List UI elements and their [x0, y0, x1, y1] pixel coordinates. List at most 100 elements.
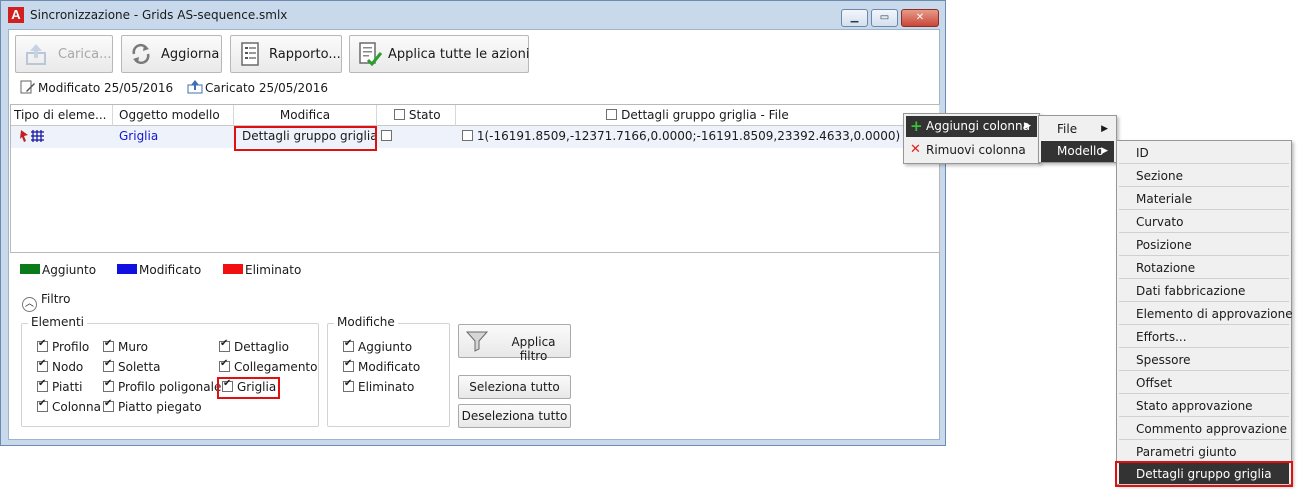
- checkbox-piatti[interactable]: [37, 378, 48, 392]
- col-header-details[interactable]: Dettagli gruppo griglia - File: [456, 105, 940, 126]
- status-header-label: Stato: [408, 108, 441, 122]
- select-all-button[interactable]: Seleziona tutto: [458, 375, 571, 399]
- menu-model-commento-approvazione[interactable]: Commento approvazione: [1119, 418, 1289, 440]
- filter-toggle[interactable]: ︿ Filtro: [22, 292, 70, 312]
- deleted-swatch: [223, 264, 243, 274]
- apply-filter-button[interactable]: Applica filtro: [458, 324, 571, 363]
- filter-piatto-piegato[interactable]: Piatto piegato: [103, 398, 202, 414]
- load-document-icon: [187, 80, 203, 94]
- label-eliminato: Eliminato: [358, 380, 415, 394]
- menu-model-materiale[interactable]: Materiale: [1119, 188, 1289, 210]
- row-model-object-cell[interactable]: Griglia: [113, 126, 234, 148]
- checkbox-muro[interactable]: [103, 338, 114, 352]
- checkbox-dettaglio[interactable]: [219, 338, 230, 352]
- checkbox-nodo[interactable]: [37, 358, 48, 372]
- filter-profilo-poligonale[interactable]: Profilo poligonale: [103, 378, 221, 394]
- checkbox-collegamento[interactable]: [219, 358, 230, 372]
- label-aggiunto: Aggiunto: [358, 340, 413, 354]
- refresh-icon: [132, 43, 150, 65]
- menu-model-id[interactable]: ID: [1119, 142, 1289, 164]
- checkbox-piatto-piegato[interactable]: [103, 398, 114, 412]
- report-label: Rapporto...: [269, 47, 341, 62]
- model-fields-submenu: ID Sezione Materiale Curvato Posizione R…: [1115, 140, 1293, 487]
- legend-modified: Modificato: [117, 263, 201, 277]
- checkbox-soletta[interactable]: [103, 358, 114, 372]
- menu-model-sezione[interactable]: Sezione: [1119, 165, 1289, 187]
- label-piatti: Piatti: [52, 380, 83, 394]
- checkbox-aggiunto[interactable]: [343, 338, 354, 352]
- filter-aggiunto[interactable]: Aggiunto: [343, 338, 413, 354]
- legend-deleted: Eliminato: [223, 263, 301, 277]
- menu-model-parametri-giunto[interactable]: Parametri giunto: [1119, 441, 1289, 463]
- report-button[interactable]: Rapporto...: [230, 35, 342, 73]
- checkbox-profilo[interactable]: [37, 338, 48, 352]
- filter-label: Filtro: [41, 292, 71, 306]
- row-status-checkbox[interactable]: [381, 130, 392, 141]
- highlight-griglia-filter: [217, 377, 280, 399]
- filter-piatti[interactable]: Piatti: [37, 378, 83, 394]
- add-column-label: Aggiungi colonna: [926, 119, 1030, 133]
- filter-collegamento[interactable]: Collegamento: [219, 358, 318, 374]
- col-header-change[interactable]: Modifica: [234, 105, 377, 126]
- checkbox-modificato[interactable]: [343, 358, 354, 372]
- load-button[interactable]: Carica...: [15, 35, 113, 73]
- filter-muro[interactable]: Muro: [103, 338, 148, 354]
- filter-nodo[interactable]: Nodo: [37, 358, 83, 374]
- menu-model-elemento-approvazione[interactable]: Elemento di approvazione: [1119, 303, 1293, 325]
- added-swatch: [20, 264, 40, 274]
- col-header-status[interactable]: Stato: [377, 105, 456, 126]
- modified-swatch: [117, 264, 137, 274]
- add-column-submenu: File ▶ Modello ▶: [1038, 115, 1117, 163]
- submenu-arrow-icon: ▶: [1101, 146, 1108, 156]
- title-bar[interactable]: A Sincronizzazione - Grids AS-sequence.s…: [1, 1, 945, 29]
- filter-modificato[interactable]: Modificato: [343, 358, 420, 374]
- checkbox-eliminato[interactable]: [343, 378, 354, 392]
- highlight-grid-details-item: [1115, 461, 1293, 487]
- checkbox-colonna[interactable]: [37, 398, 48, 412]
- menu-model-offset[interactable]: Offset: [1119, 372, 1289, 394]
- menu-model-dati-fabbricazione[interactable]: Dati fabbricazione: [1119, 280, 1289, 302]
- menu-add-column[interactable]: + Aggiungi colonna ▶: [906, 116, 1037, 137]
- filter-profilo[interactable]: Profilo: [37, 338, 89, 354]
- menu-model-curvato[interactable]: Curvato: [1119, 211, 1289, 233]
- filter-colonna[interactable]: Colonna: [37, 398, 101, 414]
- refresh-button[interactable]: Aggiorna: [121, 35, 222, 73]
- row-details-text: 1(-16191.8509,-12371.7166,0.0000;-16191.…: [476, 129, 941, 143]
- row-details-cell[interactable]: 1(-16191.8509,-12371.7166,0.0000;-16191.…: [456, 126, 941, 148]
- menu-model-rotazione[interactable]: Rotazione: [1119, 257, 1289, 279]
- menu-model-efforts[interactable]: Efforts...: [1119, 326, 1289, 348]
- menu-model-stato-approvazione[interactable]: Stato approvazione: [1119, 395, 1289, 417]
- checkbox-profilo-poligonale[interactable]: [103, 378, 114, 392]
- row-type-cell[interactable]: [11, 126, 113, 148]
- deselect-all-button[interactable]: Deseleziona tutto: [458, 404, 571, 428]
- elements-group-title: Elementi: [28, 315, 88, 329]
- refresh-label: Aggiorna: [161, 47, 220, 62]
- menu-model-posizione[interactable]: Posizione: [1119, 234, 1289, 256]
- modified-label: Modificato 25/05/2016: [38, 81, 174, 95]
- client-area: Carica... Aggiorna Rapporto... Applica t…: [8, 29, 941, 440]
- menu-model[interactable]: Modello ▶: [1041, 141, 1114, 162]
- minimize-button[interactable]: ▁: [841, 9, 868, 27]
- row-status-cell[interactable]: [377, 126, 456, 148]
- label-piatto-piegato: Piatto piegato: [118, 400, 202, 414]
- details-header-checkbox[interactable]: [606, 109, 618, 120]
- maximize-button[interactable]: ▭: [871, 9, 898, 27]
- status-header-checkbox[interactable]: [394, 109, 405, 120]
- remove-x-icon: ✕: [910, 142, 921, 157]
- legend-added-label: Aggiunto: [42, 263, 97, 277]
- row-details-checkbox[interactable]: [462, 130, 473, 141]
- apply-all-button[interactable]: Applica tutte le azioni: [349, 35, 529, 73]
- label-collegamento: Collegamento: [234, 360, 318, 374]
- menu-file[interactable]: File ▶: [1041, 118, 1114, 140]
- filter-soletta[interactable]: Soletta: [103, 358, 160, 374]
- col-header-model-object[interactable]: Oggetto modello: [113, 105, 234, 126]
- filter-eliminato[interactable]: Eliminato: [343, 378, 415, 394]
- funnel-icon: [465, 331, 489, 352]
- col-header-type[interactable]: Tipo di eleme...: [11, 105, 113, 126]
- menu-remove-column[interactable]: ✕ Rimuovi colonna: [906, 139, 1037, 161]
- load-icon: [26, 44, 46, 65]
- filter-dettaglio[interactable]: Dettaglio: [219, 338, 289, 354]
- close-button[interactable]: ✕: [901, 9, 939, 27]
- menu-model-spessore[interactable]: Spessore: [1119, 349, 1289, 371]
- changes-group: Modifiche Aggiunto Modificato Eliminato: [327, 315, 450, 427]
